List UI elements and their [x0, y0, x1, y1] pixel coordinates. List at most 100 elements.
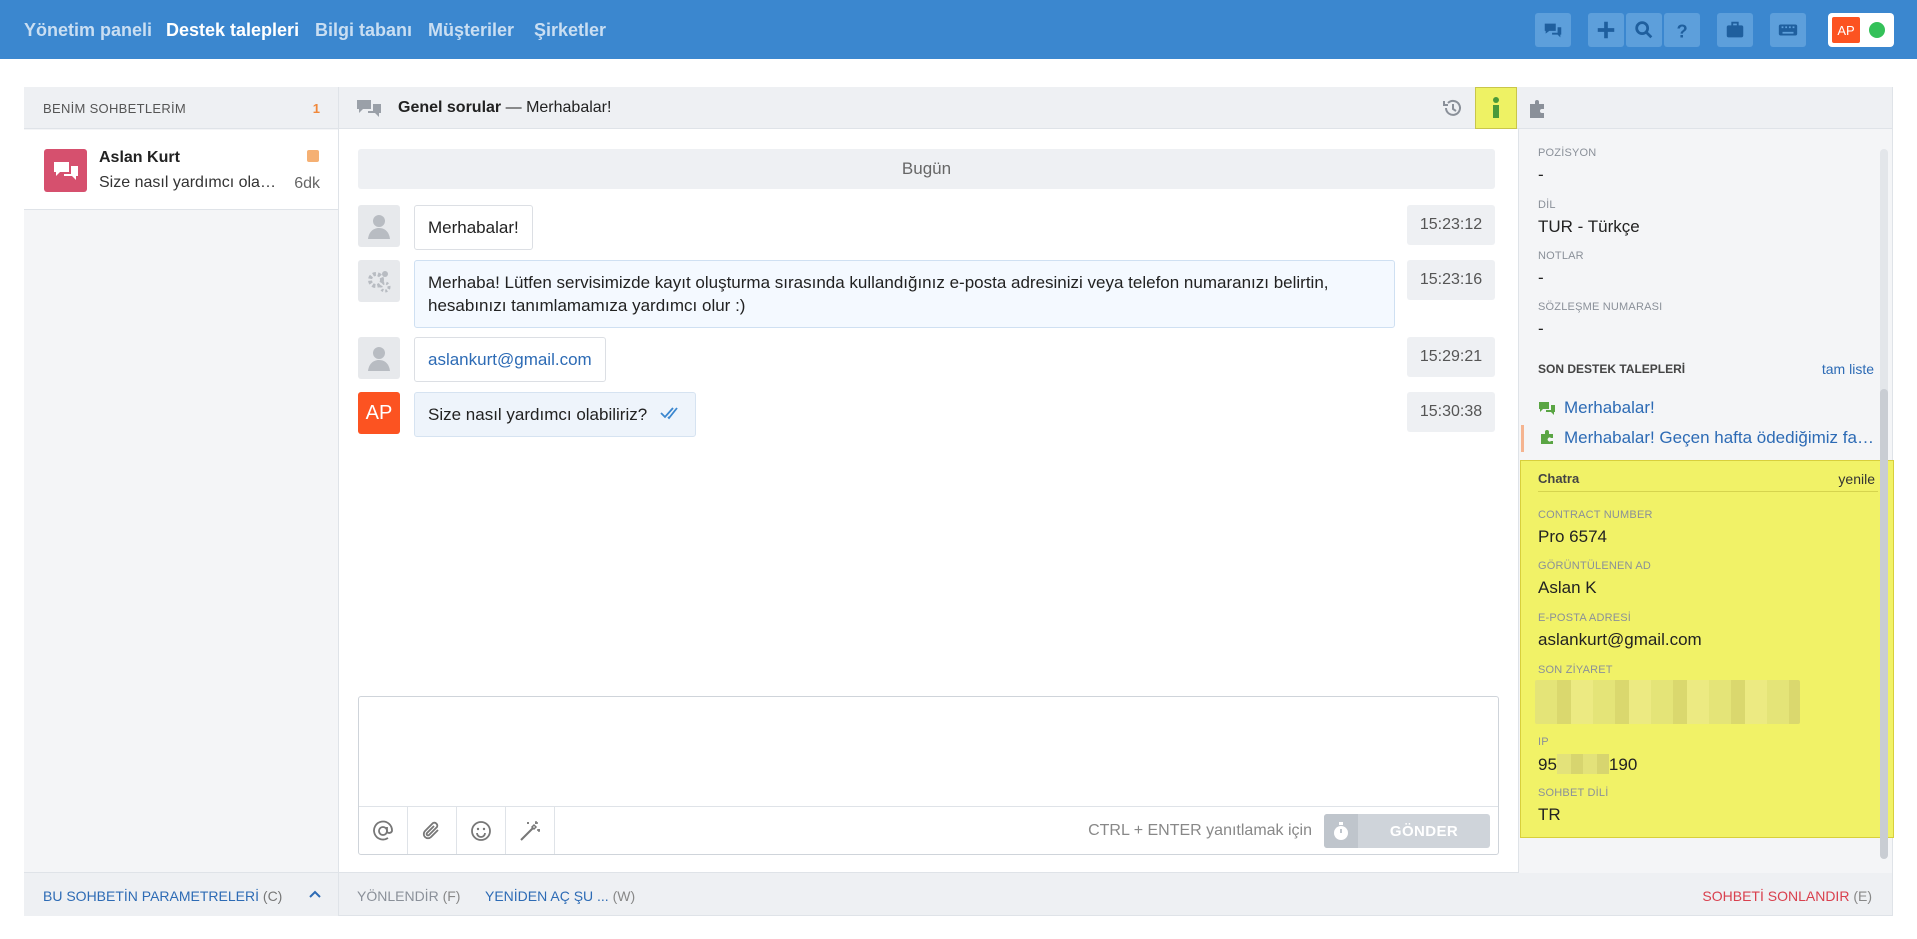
info-panel-scrollbar[interactable]: [1880, 149, 1888, 859]
magic-wand-icon: [520, 820, 540, 841]
forward-button[interactable]: YÖNLENDİR (F): [357, 888, 460, 904]
stopwatch-icon: [1334, 822, 1348, 840]
message-time: 15:23:16: [1407, 260, 1495, 300]
chat-bubbles-icon: [1544, 23, 1562, 38]
apps-button[interactable]: [1717, 13, 1753, 47]
message-row: Merhaba! Lütfen servisimizde kayıt oluşt…: [358, 260, 1495, 328]
field-value: TR: [1538, 805, 1561, 824]
field-value: -: [1538, 268, 1544, 287]
history-button[interactable]: [1432, 87, 1474, 129]
message-composer: CTRL + ENTER yanıtlamak için GÖNDER: [358, 696, 1499, 855]
message-row: Merhabalar! 15:23:12: [358, 205, 1495, 250]
end-chat-button[interactable]: SOHBETİ SONLANDIR (E): [1702, 888, 1872, 904]
top-navigation-bar: Yönetim paneli Destek talepleri Bilgi ta…: [0, 0, 1917, 59]
reply-textarea[interactable]: [359, 697, 1498, 806]
briefcase-icon: [1726, 21, 1744, 38]
system-avatar: [358, 260, 400, 302]
chat-age: 6dk: [294, 175, 320, 192]
reopen-key: (W): [612, 888, 636, 904]
recent-ticket-link[interactable]: Merhabalar! Geçen hafta ödediğimiz fatur…: [1538, 428, 1878, 448]
paperclip-icon: [422, 821, 439, 839]
keyboard-shortcuts-button[interactable]: [1770, 13, 1806, 47]
conversation-title: Genel sorular — Merhabalar!: [398, 99, 611, 117]
message-text: Size nasıl yardımcı olabiliriz?: [428, 405, 648, 424]
conversation-subject: Merhabalar!: [526, 99, 612, 116]
email-link[interactable]: aslankurt@gmail.com: [414, 337, 606, 382]
help-button[interactable]: ?: [1664, 13, 1700, 47]
user-silhouette-icon: [368, 347, 390, 371]
my-chats-panel: BENİM SOHBETLERİM 1 Aslan Kurt Size nası…: [24, 87, 339, 916]
scrollbar-thumb[interactable]: [1880, 389, 1888, 859]
customer-avatar: [358, 337, 400, 379]
create-button[interactable]: [1588, 13, 1624, 47]
reopen-button[interactable]: YENİDEN AÇ ŞU ... (W): [485, 888, 635, 904]
field-label: POZİSYON: [1538, 147, 1597, 159]
chats-button[interactable]: [1535, 13, 1571, 47]
chat-bubbles-icon: [53, 161, 78, 180]
search-icon: [1635, 21, 1653, 39]
nav-companies[interactable]: Şirketler: [534, 20, 606, 41]
end-chat-key: (E): [1853, 888, 1872, 904]
send-controls: GÖNDER: [1324, 814, 1490, 848]
search-button[interactable]: [1626, 13, 1662, 47]
chat-parameters-key: (C): [262, 888, 283, 904]
magic-wand-button[interactable]: [506, 807, 555, 854]
field-value: Aslan K: [1538, 578, 1597, 597]
send-hint: CTRL + ENTER yanıtlamak için: [1088, 822, 1312, 839]
divider: [1538, 491, 1878, 492]
my-chats-title: BENİM SOHBETLERİM: [43, 101, 187, 116]
mention-button[interactable]: [359, 807, 408, 854]
chat-bubbles-icon: [357, 100, 381, 117]
field-label: CONTRACT NUMBER: [1538, 509, 1653, 521]
message-row: AP Size nasıl yardımcı olabiliriz? 15:30…: [358, 392, 1495, 437]
puzzle-icon: [1530, 100, 1544, 118]
field-value: Pro 6574: [1538, 527, 1607, 546]
field-label: DİL: [1538, 199, 1556, 211]
chatra-integration-panel: Chatra yenile CONTRACT NUMBER Pro 6574 G…: [1520, 460, 1894, 838]
nav-tickets[interactable]: Destek talepleri: [166, 20, 299, 41]
avatar: AP: [1832, 17, 1860, 43]
chat-list-item[interactable]: Aslan Kurt Size nasıl yardımcı olabiliri…: [24, 130, 338, 210]
message-time: 15:29:21: [1407, 337, 1495, 377]
redacted-ip: [1556, 754, 1609, 774]
message-bubble: Merhaba! Lütfen servisimizde kayıt oluşt…: [414, 260, 1395, 328]
chat-parameters-toggle[interactable]: BU SOHBETİN PARAMETRELERİ (C): [24, 872, 338, 916]
send-button[interactable]: GÖNDER: [1358, 814, 1490, 848]
field-label: E-POSTA ADRESİ: [1538, 612, 1632, 624]
end-chat-label: SOHBETİ SONLANDIR: [1702, 888, 1850, 904]
emoji-button[interactable]: [457, 807, 506, 854]
message-row: aslankurt@gmail.com 15:29:21: [358, 337, 1495, 382]
info-icon: [1493, 97, 1499, 118]
question-icon: ?: [1677, 20, 1688, 41]
recent-ticket-link[interactable]: Merhabalar!: [1538, 398, 1655, 418]
attach-button[interactable]: [408, 807, 457, 854]
nav-dashboard[interactable]: Yönetim paneli: [24, 20, 152, 41]
day-separator: Bugün: [358, 149, 1495, 189]
field-label: NOTLAR: [1538, 250, 1584, 262]
ticket-indicator: [1521, 425, 1524, 452]
field-label: SÖZLEŞME NUMARASI: [1538, 301, 1663, 313]
title-separator: —: [505, 99, 522, 116]
nav-knowledge-base[interactable]: Bilgi tabanı: [315, 20, 412, 41]
chat-preview: Size nasıl yardımcı olabiliriz?: [99, 174, 279, 191]
chat-bubbles-icon: [1539, 402, 1555, 415]
integrations-button[interactable]: [1517, 87, 1559, 129]
forward-label: YÖNLENDİR: [357, 888, 439, 904]
full-list-link[interactable]: tam liste: [1822, 361, 1874, 377]
conversation-header: Genel sorular — Merhabalar!: [339, 87, 1892, 129]
at-sign-icon: [373, 820, 393, 840]
field-label: SOHBET DİLİ: [1538, 787, 1609, 799]
message-time: 15:23:12: [1407, 205, 1495, 245]
delayed-send-button[interactable]: [1324, 814, 1358, 848]
history-icon: [1443, 99, 1461, 116]
user-menu[interactable]: AP: [1828, 13, 1894, 47]
nav-customers[interactable]: Müşteriler: [428, 20, 514, 41]
field-label: SON ZİYARET: [1538, 664, 1613, 676]
refresh-link[interactable]: yenile: [1838, 471, 1875, 487]
recent-ticket-title: Merhabalar! Geçen hafta ödediğimiz fatur…: [1564, 428, 1878, 447]
chevron-up-icon: [309, 890, 321, 898]
puzzle-icon: [1541, 430, 1553, 444]
unread-flag-icon: [307, 150, 319, 162]
info-button[interactable]: [1475, 87, 1517, 129]
keyboard-icon: [1778, 24, 1798, 36]
